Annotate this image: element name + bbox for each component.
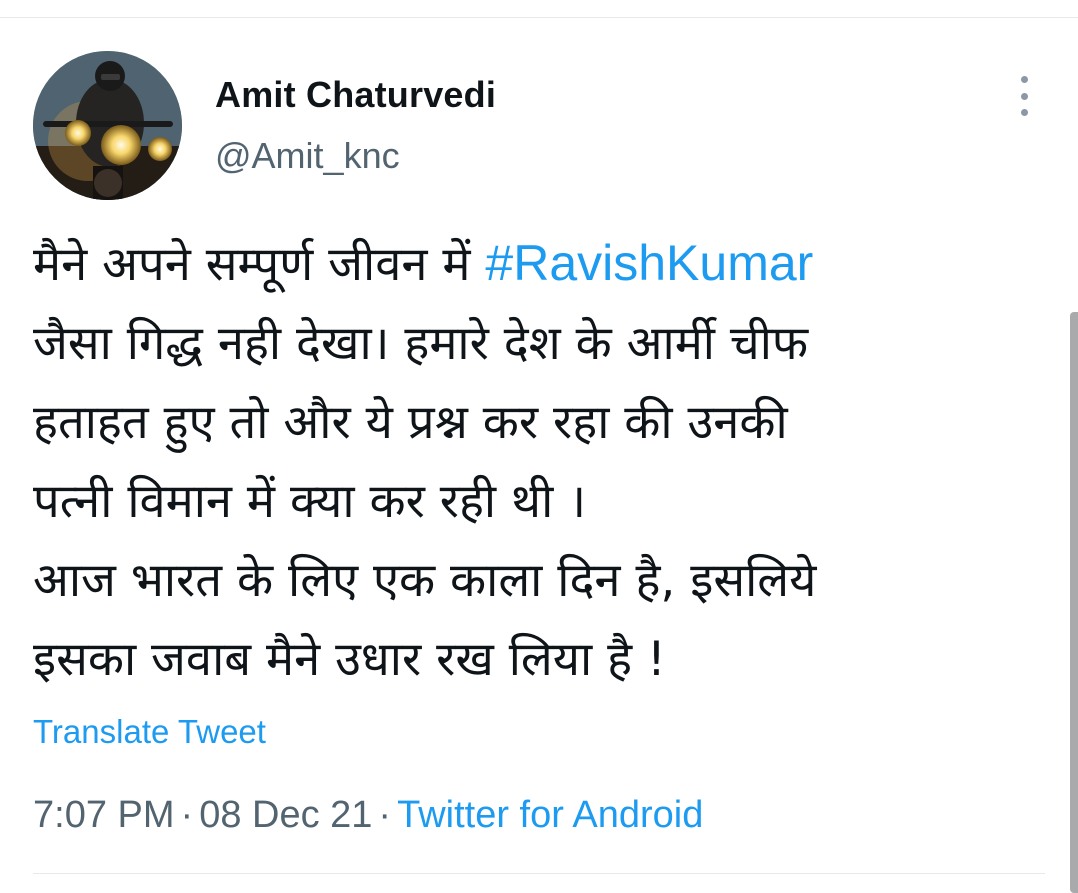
tweet-line-1: मैने अपने सम्पूर्ण जीवन में #RavishKumar bbox=[33, 224, 1033, 304]
tweet-line-2: जैसा गिद्ध नही देखा। हमारे देश के आर्मी … bbox=[33, 316, 809, 371]
tweet-line-4: पत्नी विमान में क्या कर रही थी । bbox=[33, 474, 587, 529]
tweet-line-1-text: मैने अपने सम्पूर्ण जीवन में bbox=[33, 237, 486, 292]
tweet-source-link[interactable]: Twitter for Android bbox=[397, 794, 703, 836]
avatar-motorcycle-rider-icon bbox=[33, 51, 182, 200]
author-display-name[interactable]: Amit Chaturvedi bbox=[215, 74, 496, 116]
author-handle[interactable]: @Amit_knc bbox=[215, 135, 400, 177]
vertical-ellipsis-icon-dot-2 bbox=[1020, 92, 1028, 100]
meta-separator: · bbox=[180, 794, 194, 836]
tweet-date[interactable]: 08 Dec 21 bbox=[199, 794, 372, 836]
meta-separator-2: · bbox=[378, 794, 392, 836]
vertical-ellipsis-icon-dot-3 bbox=[1020, 109, 1028, 116]
scrollbar[interactable] bbox=[1070, 312, 1078, 893]
avatar[interactable] bbox=[33, 51, 182, 200]
hashtag-link[interactable]: #RavishKumar bbox=[485, 235, 813, 291]
translate-tweet-link[interactable]: Translate Tweet bbox=[33, 713, 266, 751]
tweet-time[interactable]: 7:07 PM bbox=[33, 794, 175, 836]
vertical-ellipsis-icon bbox=[1020, 76, 1028, 83]
tweet-metadata: 7:07 PM · 08 Dec 21 · Twitter for Android bbox=[33, 794, 703, 837]
tweet-text: मैने अपने सम्पूर्ण जीवन में #RavishKumar… bbox=[33, 224, 1033, 699]
top-divider bbox=[0, 17, 1078, 18]
tweet-line-6: इसका जवाब मैने उधार रख लिया है ! bbox=[33, 632, 666, 687]
more-options-button[interactable] bbox=[1008, 76, 1040, 116]
bottom-divider bbox=[33, 873, 1045, 874]
tweet-line-5: आज भारत के लिए एक काला दिन है, इसलिये bbox=[33, 553, 817, 608]
tweet-line-3: हताहत हुए तो और ये प्रश्न कर रहा की उनकी bbox=[33, 395, 788, 450]
tweet-page: Amit Chaturvedi @Amit_knc मैने अपने सम्प… bbox=[0, 0, 1078, 893]
